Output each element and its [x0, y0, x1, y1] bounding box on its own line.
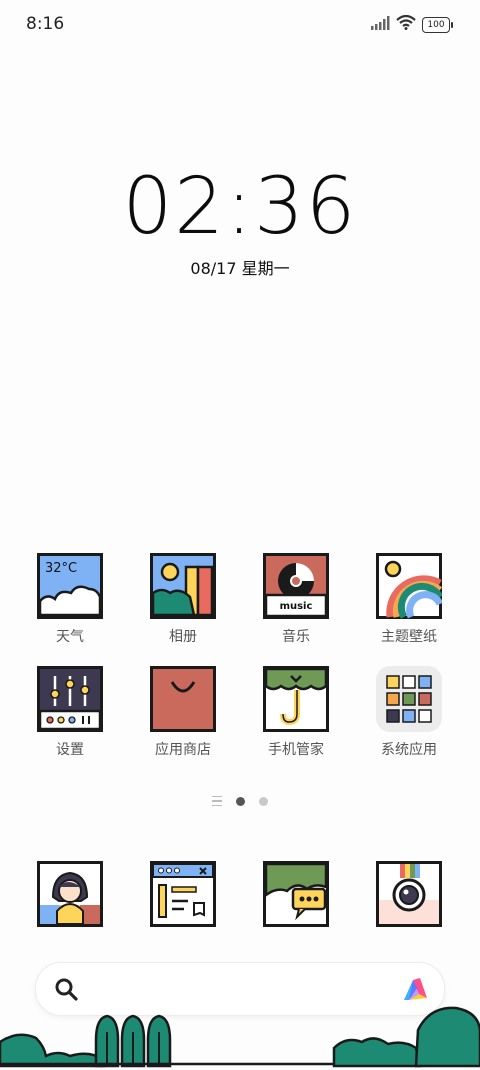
status-time: 8:16: [26, 14, 65, 34]
app-label: 系统应用: [381, 742, 437, 758]
wifi-icon: [396, 14, 416, 34]
weather-temp: 32°C: [45, 561, 77, 576]
app-store[interactable]: 应用商店: [133, 666, 233, 759]
music-badge: music: [280, 601, 313, 612]
page-dot-active[interactable]: [236, 796, 245, 806]
app-label: 手机管家: [268, 742, 324, 758]
clock-widget[interactable]: 02:36: [0, 162, 480, 252]
rainbow-icon[interactable]: [376, 553, 442, 619]
app-themes[interactable]: 主题壁纸: [359, 553, 459, 646]
settings-icon[interactable]: [37, 666, 103, 732]
music-icon[interactable]: music: [263, 553, 329, 619]
app-security[interactable]: 手机管家: [246, 666, 346, 759]
app-label: 相册: [169, 629, 197, 645]
umbrella-icon[interactable]: [263, 666, 329, 732]
dock-contacts[interactable]: [20, 861, 120, 927]
browser-icon[interactable]: [150, 861, 216, 927]
page-list-icon[interactable]: [212, 796, 222, 806]
camera-icon[interactable]: [376, 861, 442, 927]
dock-camera[interactable]: [359, 861, 459, 927]
folder-icon[interactable]: [376, 666, 442, 732]
app-music[interactable]: music 音乐: [246, 553, 346, 646]
signal-icon: [370, 15, 390, 34]
gallery-icon[interactable]: [150, 553, 216, 619]
app-label: 主题壁纸: [381, 629, 437, 645]
contacts-icon[interactable]: [37, 861, 103, 927]
status-bar: 8:16 100: [0, 0, 480, 50]
page-dot[interactable]: [259, 796, 268, 806]
dock-messages[interactable]: [246, 861, 346, 927]
app-label: 天气: [56, 629, 84, 645]
app-label: 设置: [56, 742, 84, 758]
battery-icon: 100: [422, 16, 453, 33]
status-icons: 100: [370, 14, 453, 34]
chat-bubble-icon[interactable]: [263, 861, 329, 927]
shopping-bag-icon[interactable]: [150, 666, 216, 732]
dock-browser[interactable]: [133, 861, 233, 927]
app-weather[interactable]: 32°C 天气: [20, 553, 120, 646]
trees-decoration: [0, 1006, 480, 1068]
page-indicator[interactable]: [0, 796, 480, 806]
app-label: 音乐: [282, 629, 310, 645]
app-label: 应用商店: [155, 742, 211, 758]
weather-icon[interactable]: 32°C: [37, 553, 103, 619]
app-gallery[interactable]: 相册: [133, 553, 233, 646]
app-folder-system[interactable]: 系统应用: [359, 666, 459, 759]
app-settings[interactable]: 设置: [20, 666, 120, 759]
date-label[interactable]: 08/17 星期一: [0, 255, 480, 279]
